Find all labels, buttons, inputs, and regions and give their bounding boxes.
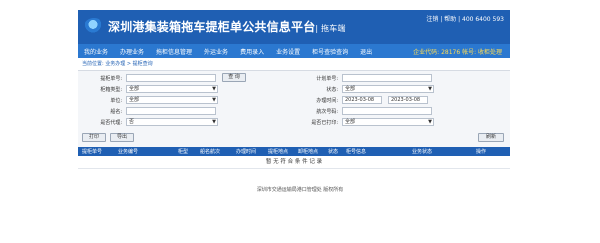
chevron-down-icon: ▼ (428, 119, 432, 125)
chevron-down-icon: ▼ (212, 86, 216, 92)
print-button[interactable]: 打印 (82, 133, 106, 142)
col-header: 卸柜地点 (298, 149, 319, 155)
status-select[interactable]: 全部 ▼ (342, 85, 434, 93)
nav-item[interactable]: 退出 (360, 47, 372, 56)
status-label: 状态: (326, 87, 338, 93)
box-no-input[interactable] (126, 74, 216, 82)
col-header: 柜号信息 (346, 149, 367, 155)
empty-table-message: 暂 无 符 合 条 件 记 录 (78, 156, 510, 169)
chevron-down-icon: ▼ (428, 86, 432, 92)
title-subtitle: | 拖车端 (315, 24, 346, 33)
title-text: 深圳港集装箱拖车提柜单公共信息平台 (108, 20, 316, 34)
platform-logo (84, 18, 104, 34)
nav-item[interactable]: 我的业务 (84, 47, 108, 56)
voyage-label: 航次号码: (316, 109, 338, 115)
nav-item[interactable]: 拖柜信息管理 (156, 47, 192, 56)
header: 深圳港集装箱拖车提柜单公共信息平台| 拖车端 注销 | 帮助 | 400 640… (78, 10, 510, 44)
app-frame: 深圳港集装箱拖车提柜单公共信息平台| 拖车端 注销 | 帮助 | 400 640… (78, 10, 510, 169)
main-nav: 我的业务 办理业务 拖柜信息管理 外运业务 费用录入 业务设置 柜号查验查询 退… (78, 44, 510, 58)
type-select[interactable]: 全部 ▼ (126, 85, 218, 93)
type-select-value: 全部 (129, 86, 140, 92)
status-select-value: 全部 (345, 86, 356, 92)
footer: 深圳市交通运输局港口管理处 版权所有 (256, 187, 344, 193)
plan-no-input[interactable] (342, 74, 432, 82)
refresh-button[interactable]: 刷新 (478, 133, 504, 142)
ship-label: 船名: (110, 109, 122, 115)
top-links[interactable]: 注销 | 帮助 | 400 6400 593 (426, 14, 504, 23)
nav-item[interactable]: 柜号查验查询 (312, 47, 348, 56)
col-header: 业务状态 (412, 149, 433, 155)
unit-select[interactable]: 全部 ▼ (126, 96, 218, 104)
box-no-label: 提柜单号: (100, 76, 122, 82)
breadcrumb: 当前位置: 业务办理 > 提柜查询 (78, 58, 510, 71)
query-button[interactable]: 查 询 (222, 73, 246, 82)
nav-item[interactable]: 办理业务 (120, 47, 144, 56)
col-header: 办理时间 (236, 149, 257, 155)
chevron-down-icon: ▼ (212, 97, 216, 103)
unit-select-value: 全部 (129, 97, 140, 103)
printed-label: 是否已打印: (311, 120, 338, 126)
proxy-label: 是否代理: (100, 120, 122, 126)
col-header: 状态 (328, 149, 339, 155)
col-header: 船名航次 (200, 149, 221, 155)
col-header: 提柜地点 (268, 149, 289, 155)
search-form: 提柜单号: 查 询 计划单号: 柜箱类型: 全部 ▼ 状态: 全部 ▼ 单位: 全部… (78, 71, 510, 147)
unit-label: 单位: (110, 98, 122, 104)
page-title: 深圳港集装箱拖车提柜单公共信息平台| 拖车端 (108, 18, 346, 35)
col-header: 提柜单号 (82, 149, 103, 155)
col-header: 业务编号 (118, 149, 139, 155)
type-label: 柜箱类型: (100, 87, 122, 93)
printed-select[interactable]: 全部 ▼ (342, 118, 434, 126)
export-button[interactable]: 导出 (110, 133, 134, 142)
table-header: 提柜单号 业务编号 柜型 船名航次 办理时间 提柜地点 卸柜地点 状态 柜号信息… (78, 147, 510, 156)
plan-no-label: 计划单号: (316, 76, 338, 82)
proxy-select[interactable]: 否 ▼ (126, 118, 218, 126)
time-from-input[interactable]: 2023-03-08 (342, 96, 382, 104)
printed-select-value: 全部 (345, 119, 356, 125)
time-to-input[interactable]: 2023-03-08 (388, 96, 428, 104)
col-header: 操作 (476, 149, 487, 155)
nav-item[interactable]: 业务设置 (276, 47, 300, 56)
account-info: 企业代码: 28176 帐号: 收柜处理 (413, 48, 502, 56)
ship-input[interactable] (126, 107, 216, 115)
time-label: 办理时间: (316, 98, 338, 104)
proxy-select-value: 否 (129, 119, 135, 125)
voyage-input[interactable] (342, 107, 432, 115)
col-header: 柜型 (178, 149, 189, 155)
chevron-down-icon: ▼ (212, 119, 216, 125)
nav-item[interactable]: 费用录入 (240, 47, 264, 56)
nav-item[interactable]: 外运业务 (204, 47, 228, 56)
